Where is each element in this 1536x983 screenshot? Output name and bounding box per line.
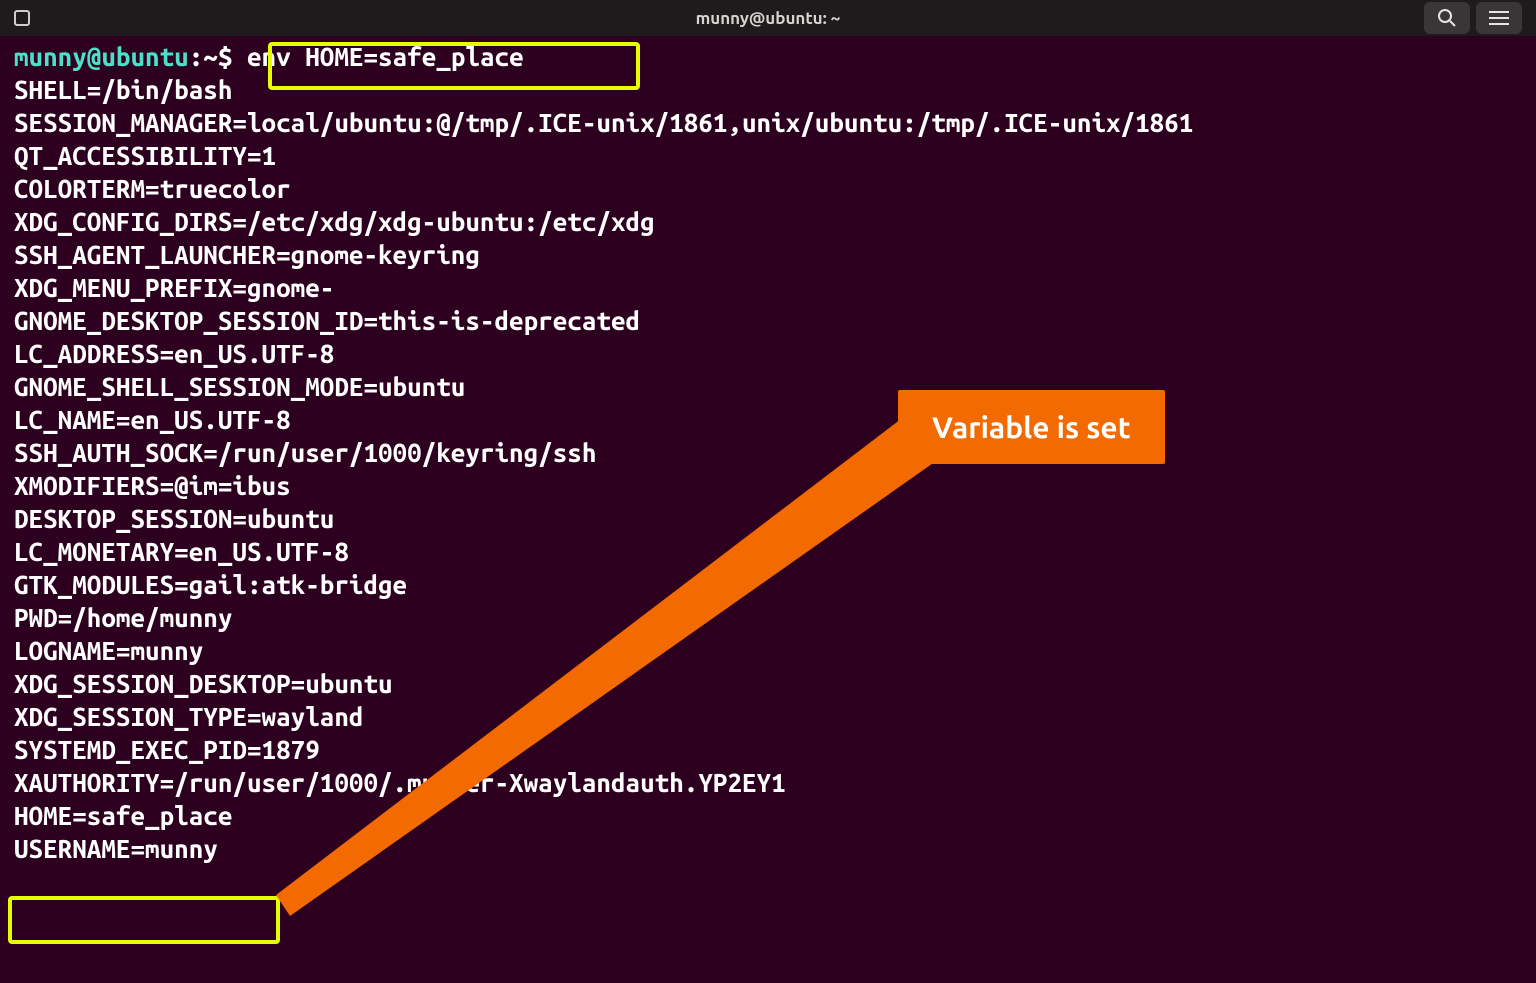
- tab-icon: [13, 9, 31, 27]
- prompt-path: ~: [203, 42, 218, 71]
- env-line: LC_NAME=en_US.UTF-8: [14, 405, 291, 434]
- env-line: DESKTOP_SESSION=ubuntu: [14, 504, 334, 533]
- terminal-output[interactable]: munny@ubuntu:~$ env HOME=safe_place SHEL…: [14, 40, 1536, 865]
- env-line: XDG_MENU_PREFIX=gnome-: [14, 273, 334, 302]
- highlight-home-line: [8, 896, 280, 944]
- window-title: munny@ubuntu: ~: [696, 9, 841, 28]
- env-line: SESSION_MANAGER=local/ubuntu:@/tmp/.ICE-…: [14, 108, 1193, 137]
- search-button[interactable]: [1424, 2, 1470, 34]
- prompt-colon: :: [189, 42, 204, 71]
- env-line: GNOME_DESKTOP_SESSION_ID=this-is-depreca…: [14, 306, 640, 335]
- env-line: COLORTERM=truecolor: [14, 174, 291, 203]
- env-line: USERNAME=munny: [14, 834, 218, 863]
- env-line: SSH_AGENT_LAUNCHER=gnome-keyring: [14, 240, 480, 269]
- env-line: SSH_AUTH_SOCK=/run/user/1000/keyring/ssh: [14, 438, 596, 467]
- env-line: PWD=/home/munny: [14, 603, 232, 632]
- env-line: LC_ADDRESS=en_US.UTF-8: [14, 339, 334, 368]
- env-line: XMODIFIERS=@im=ibus: [14, 471, 291, 500]
- env-line: GTK_MODULES=gail:atk-bridge: [14, 570, 407, 599]
- env-line: HOME=safe_place: [14, 801, 232, 830]
- env-line: SYSTEMD_EXEC_PID=1879: [14, 735, 320, 764]
- terminal-window: munny@ubuntu: ~ munny@ubuntu:~$ env HOME…: [0, 0, 1536, 983]
- env-line: LOGNAME=munny: [14, 636, 203, 665]
- env-line: XDG_SESSION_DESKTOP=ubuntu: [14, 669, 393, 698]
- titlebar: munny@ubuntu: ~: [0, 0, 1536, 36]
- env-line: XAUTHORITY=/run/user/1000/.mutter-Xwayla…: [14, 768, 786, 797]
- new-tab-icon[interactable]: [0, 0, 44, 36]
- prompt-user-host: munny@ubuntu: [14, 42, 189, 71]
- env-line: SHELL=/bin/bash: [14, 75, 232, 104]
- env-line: QT_ACCESSIBILITY=1: [14, 141, 276, 170]
- hamburger-menu-button[interactable]: [1476, 2, 1522, 34]
- env-line: LC_MONETARY=en_US.UTF-8: [14, 537, 349, 566]
- env-line: GNOME_SHELL_SESSION_MODE=ubuntu: [14, 372, 465, 401]
- env-line: XDG_CONFIG_DIRS=/etc/xdg/xdg-ubuntu:/etc…: [14, 207, 655, 236]
- prompt-dollar: $: [218, 42, 247, 71]
- env-line: XDG_SESSION_TYPE=wayland: [14, 702, 363, 731]
- hamburger-icon: [1489, 11, 1509, 25]
- search-icon: [1437, 8, 1457, 28]
- command-text: env HOME=safe_place: [247, 42, 524, 71]
